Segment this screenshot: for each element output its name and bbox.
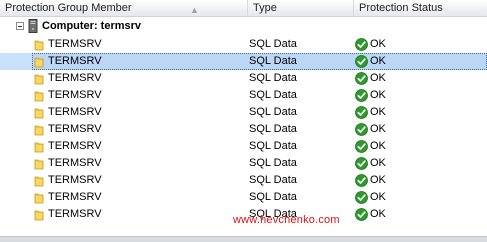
status-text: OK [370, 208, 386, 220]
horizontal-scrollbar[interactable] [0, 236, 487, 242]
folder-icon [34, 193, 44, 204]
type-cell: SQL Data [249, 174, 297, 186]
member-name: TERMSRV [48, 89, 102, 101]
type-cell: SQL Data [249, 157, 297, 169]
type-cell: SQL Data [249, 191, 297, 203]
check-ok-icon [355, 123, 368, 136]
status-text: OK [370, 38, 386, 50]
folder-icon [34, 40, 44, 51]
check-ok-icon [355, 191, 368, 204]
computer-icon [28, 19, 38, 33]
type-cell: SQL Data [249, 72, 297, 84]
sort-ascending-icon: ▲ [190, 5, 199, 15]
table-row[interactable]: TERMSRV SQL Data OK [0, 189, 487, 206]
type-cell: SQL Data [249, 38, 297, 50]
status-text: OK [370, 55, 386, 67]
member-name: TERMSRV [48, 157, 102, 169]
status-text: OK [370, 123, 386, 135]
member-name: TERMSRV [48, 38, 102, 50]
member-name: TERMSRV [48, 191, 102, 203]
table-row[interactable]: TERMSRV SQL Data OK [0, 155, 487, 172]
watermark-text: www.hevchenko.com [233, 214, 340, 226]
member-name: TERMSRV [48, 208, 102, 220]
status-text: OK [370, 191, 386, 203]
type-cell: SQL Data [249, 140, 297, 152]
collapse-minus-icon[interactable] [16, 22, 24, 30]
column-header-status[interactable]: Protection Status [354, 0, 487, 16]
status-text: OK [370, 140, 386, 152]
folder-icon [34, 176, 44, 187]
status-text: OK [370, 106, 386, 118]
member-name: TERMSRV [48, 140, 102, 152]
table-row[interactable]: TERMSRV SQL Data OK [0, 70, 487, 87]
folder-icon [34, 57, 44, 68]
folder-icon [34, 125, 44, 136]
type-cell: SQL Data [249, 123, 297, 135]
group-row-computer[interactable]: Computer: termsrv [0, 18, 487, 35]
member-name: TERMSRV [48, 55, 102, 67]
table-row[interactable]: TERMSRV SQL Data OK [0, 172, 487, 189]
type-cell: SQL Data [249, 106, 297, 118]
folder-icon [34, 210, 44, 221]
column-header-type[interactable]: Type [248, 0, 354, 16]
folder-icon [34, 159, 44, 170]
check-ok-icon [355, 208, 368, 221]
table-row[interactable]: TERMSRV SQL Data OK [0, 138, 487, 155]
status-text: OK [370, 157, 386, 169]
member-name: TERMSRV [48, 106, 102, 118]
column-header-status-label: Protection Status [359, 2, 443, 14]
folder-icon [34, 91, 44, 102]
folder-icon [34, 74, 44, 85]
table-row[interactable]: TERMSRV SQL Data OK [0, 87, 487, 104]
table-row[interactable]: TERMSRV SQL Data OK [0, 53, 487, 70]
check-ok-icon [355, 89, 368, 102]
check-ok-icon [355, 140, 368, 153]
column-header-member[interactable]: Protection Group Member ▲ [0, 0, 248, 16]
check-ok-icon [355, 157, 368, 170]
status-text: OK [370, 89, 386, 101]
table-row[interactable]: TERMSRV SQL Data OK [0, 104, 487, 121]
column-header-type-label: Type [253, 2, 277, 14]
table-row[interactable]: TERMSRV SQL Data OK [0, 36, 487, 53]
status-text: OK [370, 174, 386, 186]
check-ok-icon [355, 106, 368, 119]
table-row[interactable]: TERMSRV SQL Data OK [0, 121, 487, 138]
type-cell: SQL Data [249, 55, 297, 67]
check-ok-icon [355, 174, 368, 187]
group-label: Computer: termsrv [42, 20, 142, 32]
folder-icon [34, 142, 44, 153]
folder-icon [34, 108, 44, 119]
member-name: TERMSRV [48, 72, 102, 84]
status-text: OK [370, 72, 386, 84]
member-name: TERMSRV [48, 123, 102, 135]
check-ok-icon [355, 55, 368, 68]
check-ok-icon [355, 72, 368, 85]
type-cell: SQL Data [249, 89, 297, 101]
column-header-bar: Protection Group Member ▲ Type Protectio… [0, 0, 487, 17]
check-ok-icon [355, 38, 368, 51]
column-header-member-label: Protection Group Member [5, 2, 132, 14]
member-name: TERMSRV [48, 174, 102, 186]
